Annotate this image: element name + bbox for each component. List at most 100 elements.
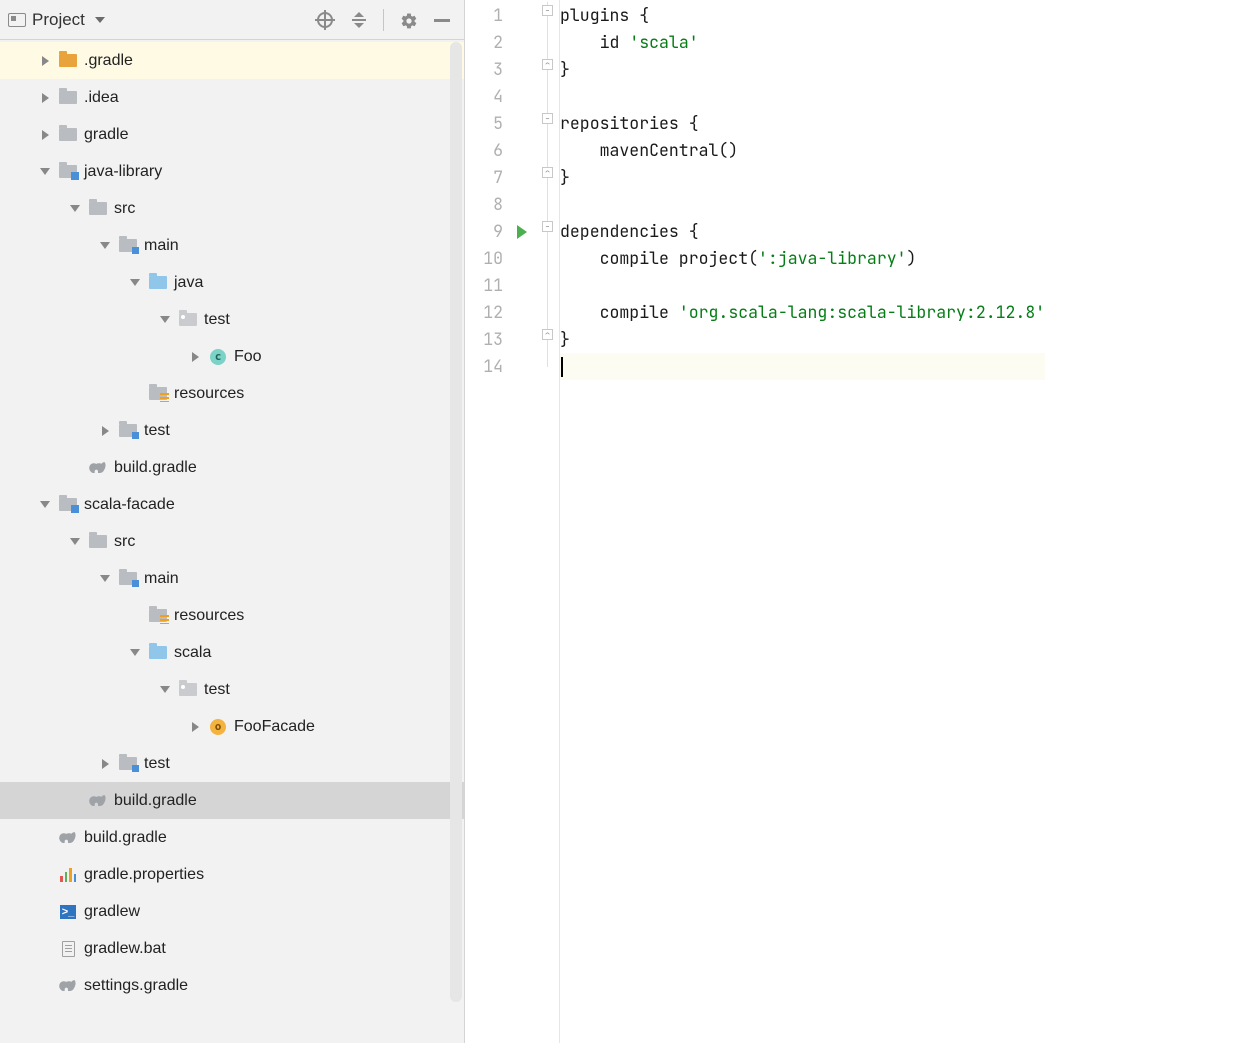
tree-item-java[interactable]: java — [0, 264, 464, 301]
fold-toggle-icon[interactable]: − — [542, 113, 553, 124]
code-line[interactable]: dependencies { — [560, 218, 1045, 245]
tree-label: FooFacade — [234, 718, 315, 736]
collapse-arrow-icon[interactable] — [128, 276, 142, 290]
tree-label: test — [144, 755, 170, 773]
expand-arrow-icon[interactable] — [38, 91, 52, 105]
code-line[interactable]: } — [560, 56, 1045, 83]
tree-label: build.gradle — [114, 459, 197, 477]
tree-label: test — [204, 311, 230, 329]
tree-item-gradlew[interactable]: >_ gradlew — [0, 893, 464, 930]
code-line[interactable] — [560, 83, 1045, 110]
tree-item-gradle-properties[interactable]: gradle.properties — [0, 856, 464, 893]
expand-arrow-icon[interactable] — [98, 424, 112, 438]
tree-item-gradle-dir[interactable]: .gradle — [0, 42, 464, 79]
tree-item-test-folder[interactable]: test — [0, 412, 464, 449]
code-line[interactable]: } — [560, 326, 1045, 353]
project-view-selector[interactable]: Project — [8, 10, 315, 30]
tree-item-idea-dir[interactable]: .idea — [0, 79, 464, 116]
collapse-arrow-icon[interactable] — [158, 683, 172, 697]
editor-gutter: 1 2 3 4 5 6 7 8 9 10 11 12 13 14 − ⌃ − ⌃… — [465, 0, 560, 1043]
line-number: 5 — [465, 110, 503, 137]
tree-item-src[interactable]: src — [0, 190, 464, 227]
expand-arrow-icon[interactable] — [188, 720, 202, 734]
gradle-icon — [88, 461, 108, 475]
code-line[interactable]: plugins { — [560, 2, 1045, 29]
tree-item-main[interactable]: main — [0, 560, 464, 597]
file-icon — [58, 940, 78, 958]
code-line[interactable]: repositories { — [560, 110, 1045, 137]
tree-item-src[interactable]: src — [0, 523, 464, 560]
tree-item-scala-facade[interactable]: scala-facade — [0, 486, 464, 523]
tree-item-build-gradle[interactable]: build.gradle — [0, 449, 464, 486]
fold-end-icon[interactable]: ⌃ — [542, 329, 553, 340]
fold-toggle-icon[interactable]: − — [542, 221, 553, 232]
collapse-arrow-icon[interactable] — [68, 535, 82, 549]
tree-item-foofacade[interactable]: o FooFacade — [0, 708, 464, 745]
tree-item-java-library[interactable]: java-library — [0, 153, 464, 190]
locate-button[interactable] — [315, 10, 335, 30]
code-line[interactable] — [560, 191, 1045, 218]
collapse-arrow-icon[interactable] — [98, 572, 112, 586]
fold-end-icon[interactable]: ⌃ — [542, 59, 553, 70]
expand-arrow-icon[interactable] — [98, 757, 112, 771]
tree-item-build-gradle-selected[interactable]: build.gradle — [0, 782, 464, 819]
collapse-arrow-icon[interactable] — [38, 498, 52, 512]
expand-arrow-icon[interactable] — [188, 350, 202, 364]
expand-arrow-icon[interactable] — [38, 54, 52, 68]
code-line[interactable]: compile 'org.scala-lang:scala-library:2.… — [560, 299, 1045, 326]
fold-toggle-icon[interactable]: − — [542, 5, 553, 16]
tree-label: test — [204, 681, 230, 699]
run-gutter-icon[interactable] — [517, 225, 527, 239]
fold-end-icon[interactable]: ⌃ — [542, 167, 553, 178]
code-line[interactable]: compile project(':java-library') — [560, 245, 1045, 272]
tree-item-gradle-folder[interactable]: gradle — [0, 116, 464, 153]
source-folder-icon — [118, 755, 138, 773]
tree-label: .idea — [84, 89, 119, 107]
class-icon: c — [208, 348, 228, 366]
tree-label: gradlew.bat — [84, 940, 166, 958]
source-folder-icon — [118, 237, 138, 255]
line-number: 9 — [465, 218, 503, 245]
tree-label: gradle — [84, 126, 128, 144]
caret — [561, 357, 563, 377]
tree-item-root-build-gradle[interactable]: build.gradle — [0, 819, 464, 856]
collapse-all-button[interactable] — [349, 10, 369, 30]
settings-button[interactable] — [398, 10, 418, 30]
collapse-arrow-icon[interactable] — [38, 165, 52, 179]
tree-item-resources[interactable]: resources — [0, 597, 464, 634]
tree-item-main[interactable]: main — [0, 227, 464, 264]
code-line[interactable]: id 'scala' — [560, 29, 1045, 56]
tree-item-settings-gradle[interactable]: settings.gradle — [0, 967, 464, 1004]
source-folder-icon — [118, 570, 138, 588]
tree-scrollbar[interactable] — [450, 42, 462, 1002]
tree-item-gradlew-bat[interactable]: gradlew.bat — [0, 930, 464, 967]
tree-label: test — [144, 422, 170, 440]
code-line[interactable]: mavenCentral() — [560, 137, 1045, 164]
code-editor[interactable]: 1 2 3 4 5 6 7 8 9 10 11 12 13 14 − ⌃ − ⌃… — [465, 0, 1254, 1043]
collapse-arrow-icon[interactable] — [98, 239, 112, 253]
line-numbers: 1 2 3 4 5 6 7 8 9 10 11 12 13 14 — [465, 2, 513, 1043]
tree-item-foo[interactable]: c Foo — [0, 338, 464, 375]
properties-icon — [58, 866, 78, 884]
tree-item-test-folder[interactable]: test — [0, 745, 464, 782]
target-icon — [317, 12, 333, 28]
tree-label: settings.gradle — [84, 977, 188, 995]
code-line-current[interactable] — [560, 353, 1045, 380]
tree-item-test-pkg[interactable]: test — [0, 301, 464, 338]
collapse-arrow-icon[interactable] — [68, 202, 82, 216]
tree-item-resources[interactable]: resources — [0, 375, 464, 412]
tree-item-test-pkg[interactable]: test — [0, 671, 464, 708]
hide-button[interactable] — [432, 10, 452, 30]
module-folder-icon — [58, 496, 78, 514]
tree-label: java — [174, 274, 203, 292]
collapse-arrow-icon[interactable] — [158, 313, 172, 327]
collapse-arrow-icon[interactable] — [128, 646, 142, 660]
project-tree[interactable]: .gradle .idea gradle java-library — [0, 40, 464, 1043]
code-line[interactable] — [560, 272, 1045, 299]
code-line[interactable]: } — [560, 164, 1045, 191]
tree-item-scala[interactable]: scala — [0, 634, 464, 671]
code-area[interactable]: plugins { id 'scala' } repositories { ma… — [560, 0, 1045, 1043]
expand-arrow-icon[interactable] — [38, 128, 52, 142]
fold-column: − ⌃ − ⌃ − ⌃ — [541, 2, 559, 1043]
line-number: 13 — [465, 326, 503, 353]
